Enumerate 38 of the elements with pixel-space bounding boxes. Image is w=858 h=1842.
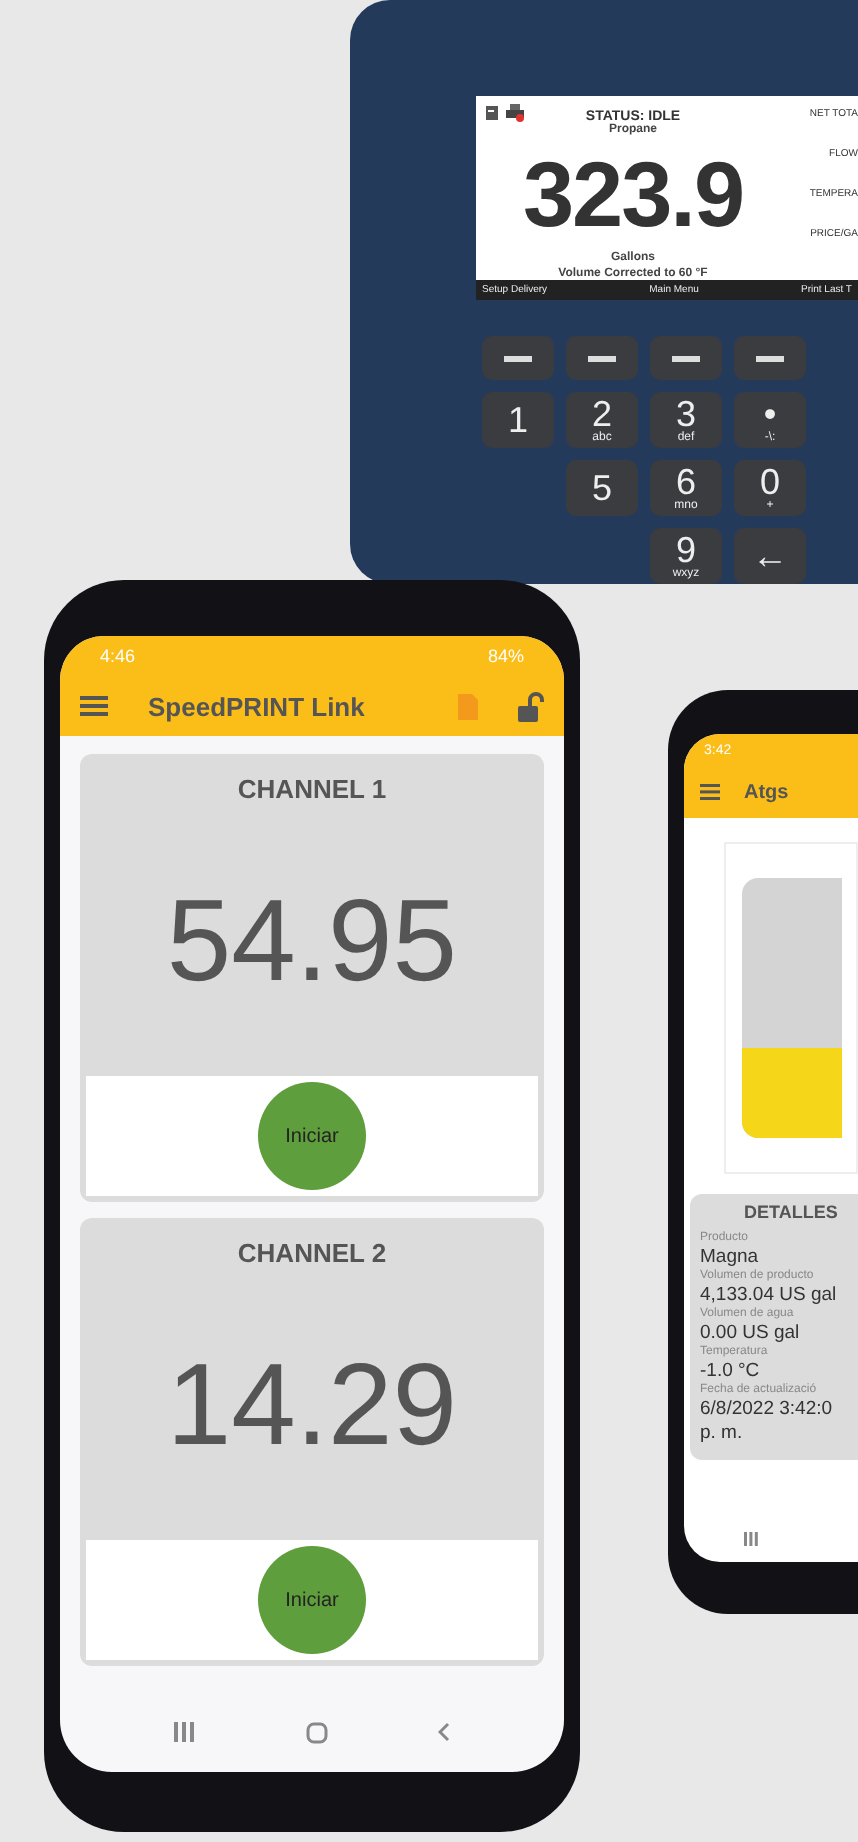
unlocked-padlock-icon[interactable] <box>518 691 544 721</box>
field-value: p. m. <box>700 1422 745 1444</box>
home-icon[interactable] <box>305 1721 328 1743</box>
channel-name: CHANNEL 2 <box>237 1238 387 1268</box>
field-value: -1.0 °C <box>700 1360 762 1382</box>
volume-reading: 323.9 <box>522 140 744 248</box>
app-title: SpeedPRINT Link <box>148 691 367 721</box>
menu-icon[interactable] <box>700 784 720 800</box>
dash-icon <box>588 355 616 361</box>
dash-icon <box>672 355 700 361</box>
document-icon <box>484 104 500 122</box>
field-value: 6/8/2022 3:42:0 <box>700 1398 835 1420</box>
recent-apps-icon[interactable] <box>174 1722 197 1742</box>
function-key[interactable] <box>650 336 722 380</box>
function-key[interactable] <box>734 336 806 380</box>
keypad-key[interactable]: 1 <box>482 392 554 448</box>
function-key[interactable] <box>482 336 554 380</box>
battery-level: 84% <box>487 646 524 666</box>
app-title: Atgs <box>744 781 789 803</box>
channel-reading: 14.29 <box>166 1337 458 1473</box>
field-value: 4,133.04 US gal <box>700 1284 839 1306</box>
clock-time: 4:46 <box>100 646 136 666</box>
function-key[interactable] <box>566 336 638 380</box>
keypad-key[interactable]: ← <box>734 528 806 584</box>
menu-icon[interactable] <box>80 696 108 716</box>
back-icon[interactable] <box>437 1722 450 1742</box>
keypad-key[interactable]: 5 <box>566 460 638 516</box>
printer-icon <box>506 104 524 122</box>
details-title: DETALLES <box>744 1202 840 1222</box>
dash-icon <box>504 355 532 361</box>
field-value: Magna <box>700 1246 761 1268</box>
recent-apps-icon[interactable] <box>744 1532 758 1546</box>
field-value: 0.00 US gal <box>700 1322 802 1344</box>
start-button[interactable]: Iniciar <box>258 1082 366 1190</box>
start-button[interactable]: Iniciar <box>258 1546 366 1654</box>
dash-icon <box>756 355 784 361</box>
channel-name: CHANNEL 1 <box>237 774 387 804</box>
channel-reading: 54.95 <box>166 873 458 1009</box>
